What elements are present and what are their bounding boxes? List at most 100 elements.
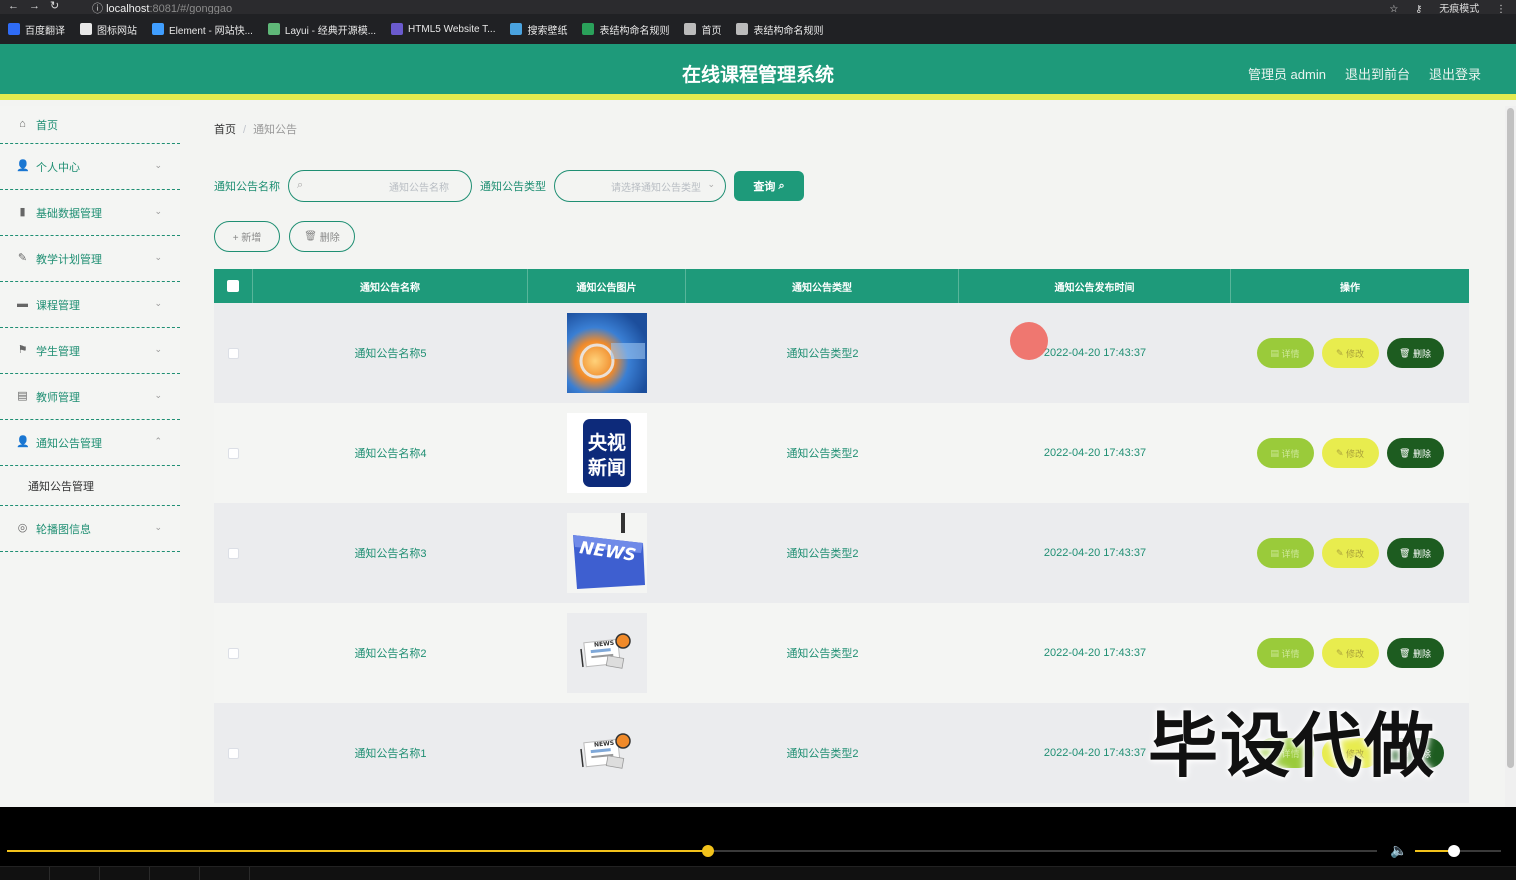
detail-button[interactable]: ▤ 详情 [1256, 538, 1314, 568]
chevron-up-icon: ⌃ [154, 435, 162, 446]
user-icon: 👤 [16, 160, 30, 172]
bookmark-label: HTML5 Website T... [408, 23, 496, 35]
type-select[interactable]: 请选择通知公告类型 ⌄ [554, 170, 726, 202]
page-scrollbar[interactable] [1505, 106, 1516, 807]
sidebar-item[interactable]: ◎ 轮播图信息 ⌄ [0, 506, 180, 552]
name-search-input[interactable]: ⌕ 通知公告名称 [288, 170, 472, 202]
progress-fill [7, 850, 709, 852]
sidebar-item-label: 通知公告管理 [36, 437, 102, 450]
flag-icon: ⚑ [17, 344, 28, 356]
chevron-down-icon: ⌄ [154, 521, 162, 532]
cctv-line2: 新闻 [588, 456, 626, 479]
document-icon: ▤ [1270, 647, 1279, 658]
notice-image-cctv-news: 央视新闻 [567, 413, 647, 493]
pen-icon: ✎ [17, 252, 28, 264]
scrollbar-thumb[interactable] [1507, 108, 1514, 768]
sidebar-subitem-notice[interactable]: 通知公告管理 [0, 466, 180, 506]
bookmark-item[interactable]: HTML5 Website T... [391, 23, 495, 35]
detail-button[interactable]: ▤ 详情 [1256, 438, 1314, 468]
bookmark-icon [510, 23, 523, 35]
notice-thumbnail[interactable]: NEWS [567, 513, 647, 593]
bookmark-item[interactable]: 百度翻译 [8, 22, 65, 37]
notice-image-news-key: NEWS [567, 513, 647, 593]
bookmark-item[interactable]: 搜索壁纸 [510, 22, 567, 37]
cell-time: 2022-04-20 17:43:37 [1043, 647, 1147, 659]
volume-icon[interactable]: 🔈 [1390, 842, 1407, 859]
document-icon: ▤ [1270, 547, 1279, 558]
row-checkbox[interactable] [228, 447, 239, 459]
progress-track[interactable] [7, 845, 1377, 857]
breadcrumb-home[interactable]: 首页 [214, 124, 236, 136]
bookmark-label: 百度翻译 [25, 25, 65, 37]
sidebar-item[interactable]: 👤 个人中心 ⌄ [0, 144, 180, 190]
delete-button[interactable]: 🗑 删除 [1386, 638, 1444, 668]
sidebar-item-label: 首页 [36, 119, 58, 132]
document-icon: ▤ [1270, 447, 1279, 458]
sidebar-item[interactable]: ⌂ 首页 [0, 106, 180, 144]
edit-button[interactable]: ✎ 修改 [1321, 538, 1379, 568]
row-checkbox[interactable] [228, 347, 239, 359]
cell-image: NEWS [528, 503, 686, 603]
row-checkbox[interactable] [228, 547, 239, 559]
sidebar-item-label: 教学计划管理 [36, 253, 102, 266]
detail-button[interactable]: ▤ 详情 [1256, 338, 1314, 368]
bookmarks-bar: 百度翻译 图标网站 Element - 网站快... Layui - 经典开源模...… [0, 14, 1516, 44]
sidebar-item[interactable]: ✎ 教学计划管理 ⌄ [0, 236, 180, 282]
volume-knob[interactable] [1447, 845, 1460, 857]
row-checkbox[interactable] [228, 747, 239, 759]
logout-link[interactable]: 退出登录 [1429, 64, 1481, 83]
breadcrumb: 首页 / 通知公告 [214, 121, 297, 137]
notice-image-news-paper: NEWS [567, 613, 647, 693]
bookmark-item[interactable]: Layui - 经典开源模... [267, 22, 376, 37]
exit-front-link[interactable]: 退出到前台 [1345, 64, 1410, 83]
cell-type: 通知公告类型2 [786, 348, 859, 360]
chevron-down-icon: ⌄ [154, 389, 162, 400]
bookmark-icon [80, 23, 92, 35]
bookmark-item[interactable]: 表结构命名规则 [582, 22, 669, 37]
volume-track[interactable] [1415, 845, 1501, 857]
add-button[interactable]: + 新增 [214, 221, 280, 252]
sidebar-item[interactable]: ⚑ 学生管理 ⌄ [0, 328, 180, 374]
edit-icon: ✎ [1335, 347, 1344, 358]
bookmark-item[interactable]: 图标网站 [80, 22, 137, 37]
sidebar-item[interactable]: 👤 通知公告管理 ⌃ [0, 420, 180, 466]
detail-button-label: 详情 [1281, 548, 1300, 559]
bookmark-item[interactable]: Element - 网站快... [152, 22, 253, 37]
clipboard-icon: ▤ [17, 390, 28, 402]
bookmark-icon [736, 23, 749, 35]
cell-type: 通知公告类型2 [786, 448, 859, 460]
bookmark-label: 表结构命名规则 [753, 25, 824, 37]
delete-button[interactable]: 🗑 删除 [1386, 338, 1444, 368]
progress-knob[interactable] [702, 845, 715, 857]
bookmark-label: 首页 [701, 25, 722, 37]
delete-button[interactable]: 🗑 删除 [1386, 538, 1444, 568]
bookmark-item[interactable]: 表结构命名规则 [736, 22, 823, 37]
cell-type: 通知公告类型2 [786, 548, 859, 560]
edit-button[interactable]: ✎ 修改 [1321, 638, 1379, 668]
sidebar-item[interactable]: ▬ 课程管理 ⌄ [0, 282, 180, 328]
bookmark-label: 图标网站 [97, 25, 137, 37]
notice-thumbnail[interactable]: 央视 新闻 [567, 413, 647, 493]
select-all-checkbox[interactable] [227, 280, 239, 292]
notice-thumbnail[interactable]: NEWS [567, 613, 647, 693]
batch-delete-button[interactable]: 🗑 删除 [289, 221, 355, 252]
sidebar-item-label: 个人中心 [36, 161, 80, 174]
edit-button[interactable]: ✎ 修改 [1321, 438, 1379, 468]
detail-button[interactable]: ▤ 详情 [1256, 638, 1314, 668]
trash-icon: 🗑 [304, 231, 317, 242]
cell-name: 通知公告名称3 [354, 548, 427, 560]
delete-button[interactable]: 🗑 删除 [1386, 438, 1444, 468]
sidebar-item[interactable]: ▮ 基础数据管理 ⌄ [0, 190, 180, 236]
edit-button[interactable]: ✎ 修改 [1321, 338, 1379, 368]
bar-chart-icon: ▮ [19, 206, 26, 218]
player-bottom-strip [0, 866, 1516, 880]
bookmark-item[interactable]: 首页 [684, 22, 721, 37]
browser-nav-icons[interactable]: ←→↻ [8, 0, 69, 12]
row-checkbox[interactable] [228, 647, 239, 659]
query-button[interactable]: 查询 ⌕ [734, 171, 804, 201]
notice-thumbnail[interactable] [567, 313, 647, 393]
edit-button-label: 修改 [1346, 648, 1365, 659]
trash-icon: 🗑 [1399, 547, 1411, 558]
notice-thumbnail[interactable]: NEWS [567, 713, 647, 793]
sidebar-item[interactable]: ▤ 教师管理 ⌄ [0, 374, 180, 420]
